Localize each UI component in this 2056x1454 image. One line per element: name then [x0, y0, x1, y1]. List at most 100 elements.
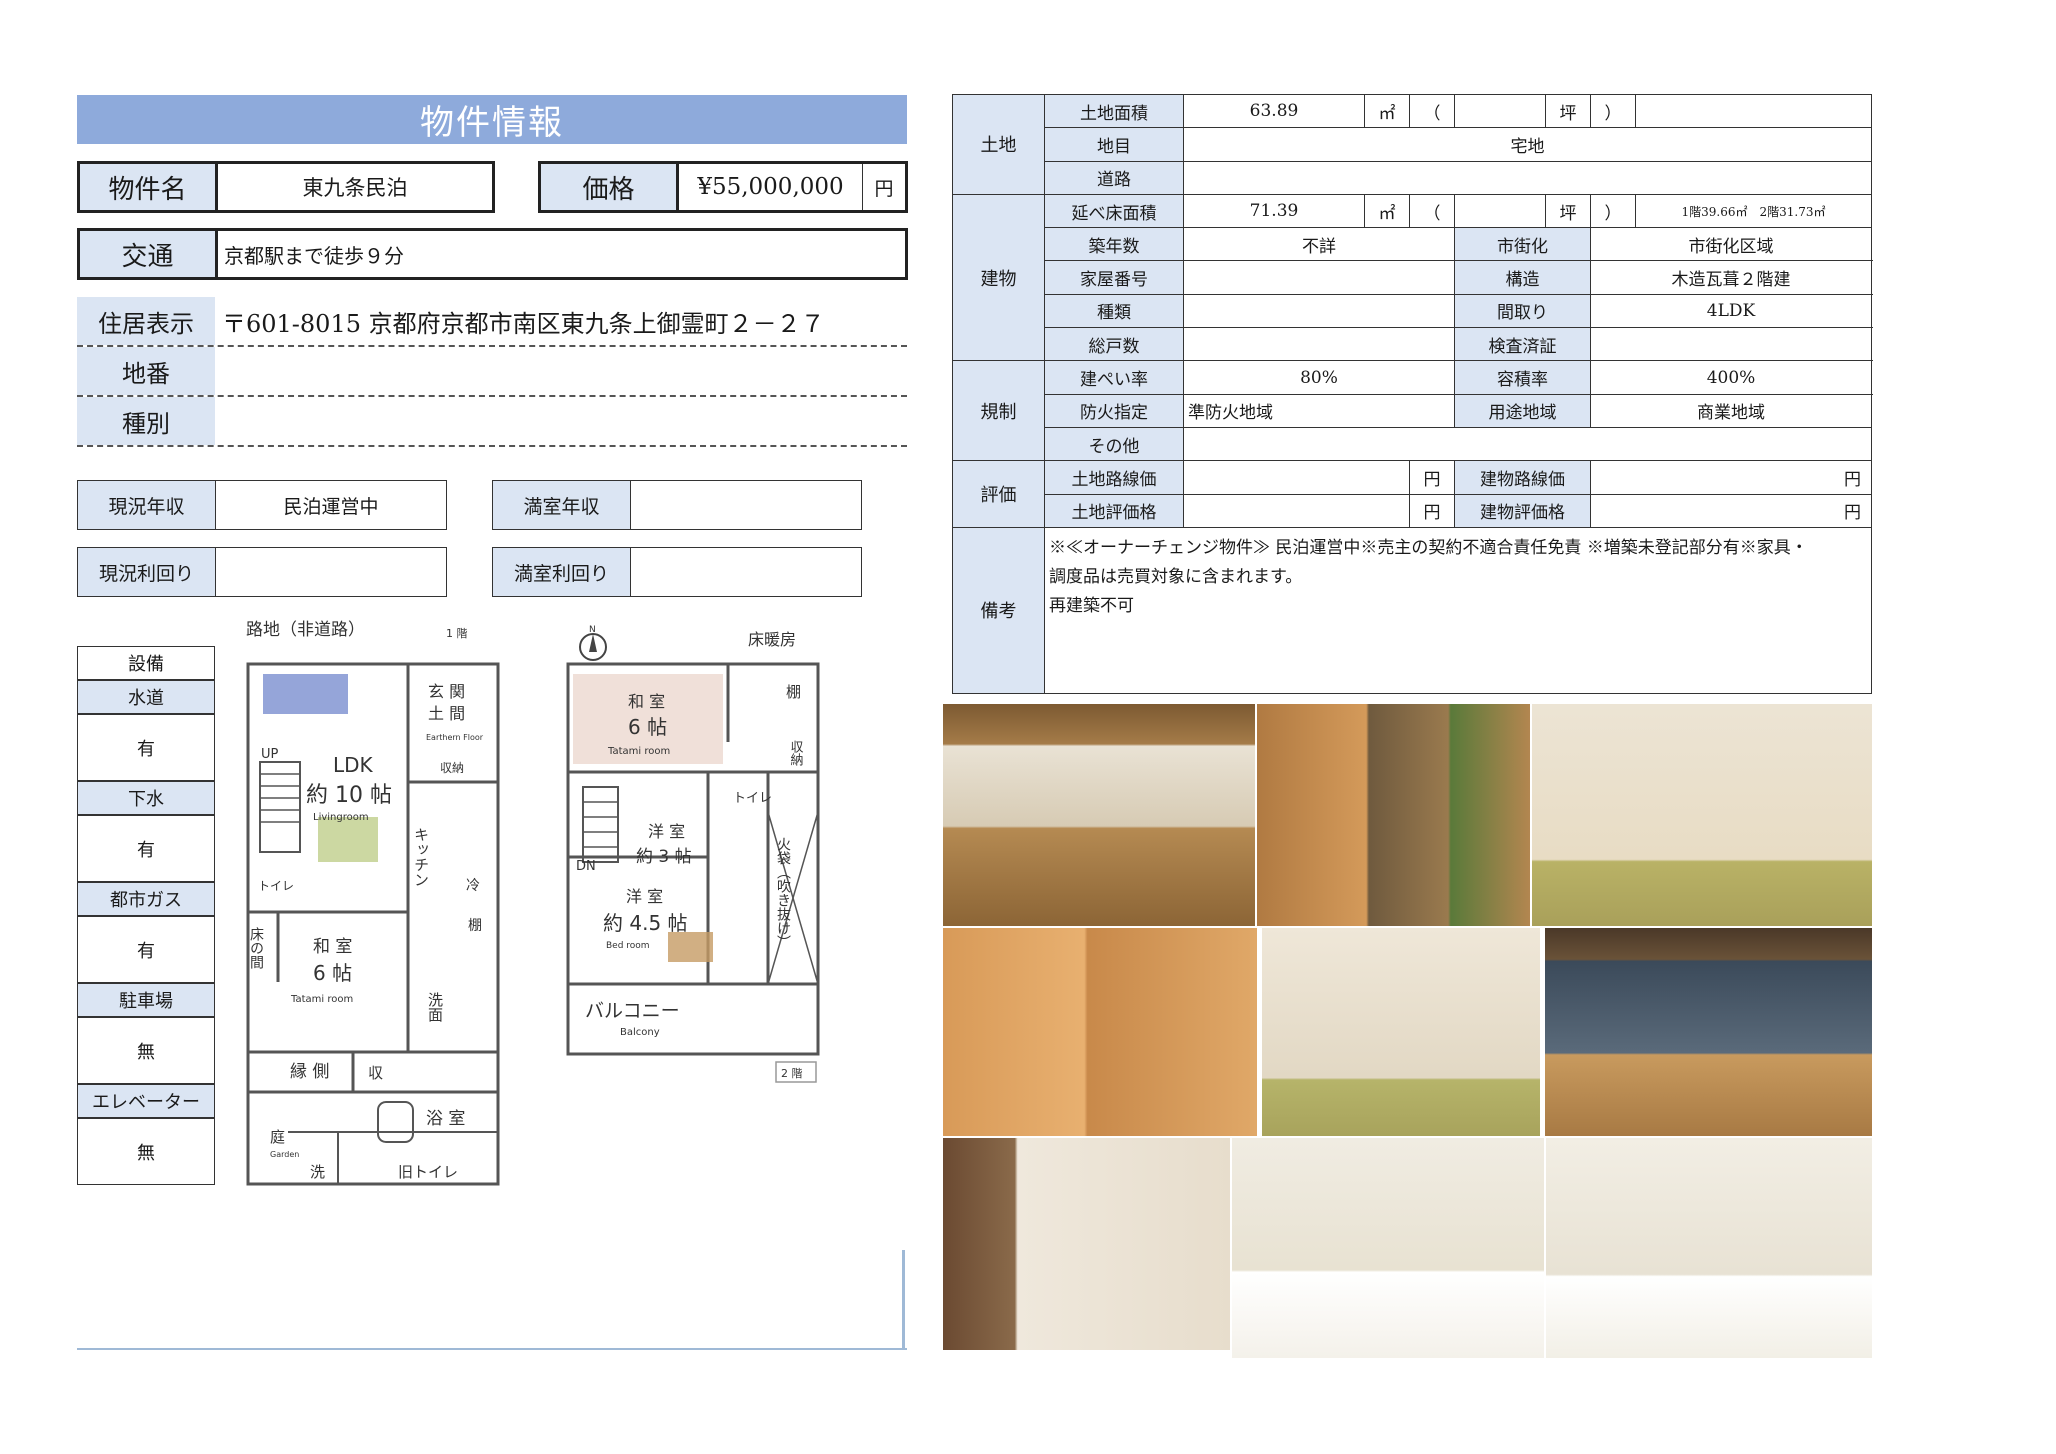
plan-yoshitsu1: 洋 室: [648, 822, 685, 841]
floor-plan-svg: N 路地（非道路） 1 階 玄 関 土 間 Earthern Floor 収納 …: [246, 620, 820, 1186]
land-area-unit: ㎡: [1364, 93, 1410, 129]
type-label: 種別: [77, 397, 215, 445]
plan-yoshitsu2: 洋 室: [626, 887, 663, 906]
floor-tsubo-unit: 坪: [1545, 193, 1591, 229]
zoning-label: 用途地域: [1454, 393, 1591, 428]
plan-earthen: Earthern Floor: [426, 733, 484, 742]
kind-label: 種類: [1044, 293, 1184, 329]
bldg-eval-label: 建物評価格: [1454, 493, 1591, 528]
amenity-value-gas: 有: [77, 916, 215, 983]
plan-bedroom: Bed room: [606, 941, 650, 951]
lot-row: 地番: [77, 347, 907, 397]
floor-tsubo-value: [1454, 193, 1546, 229]
photo-lounge: [1545, 928, 1872, 1136]
land-area-note: [1635, 93, 1872, 129]
frame-right-line: [902, 1250, 905, 1350]
plan-six-jo2: 6 帖: [628, 715, 667, 739]
spec-table: 土地 土地面積 63.89 ㎡ （ 坪 ） 地目 宅地 道路 建物 延べ床面積 …: [952, 93, 1872, 694]
land-category: 土地: [952, 94, 1045, 195]
plan-shelf: 棚: [468, 918, 482, 934]
current-income-label: 現況年収: [78, 481, 216, 529]
full-income-value: [631, 481, 861, 529]
plan-up: UP: [261, 747, 279, 762]
remarks-line-3: 再建築不可: [1049, 595, 1134, 616]
plan-washitsu: 和 室: [313, 937, 352, 957]
zoning-value: 商業地域: [1590, 393, 1872, 428]
kind-value: [1183, 293, 1455, 329]
house-no-label: 家屋番号: [1044, 260, 1184, 295]
current-yield-box: 現況利回り: [77, 547, 447, 597]
fire-value: 準防火地域: [1183, 393, 1455, 428]
remarks-line-2: 調度品は売買対象に含まれます。: [1049, 566, 1303, 587]
plan-ldk-size: 約 10 帖: [306, 783, 392, 808]
plan-senmen: 洗面: [426, 992, 444, 1022]
plan-four5-jo: 約 4.5 帖: [603, 911, 688, 935]
plan-six-jo: 6 帖: [313, 961, 352, 985]
photo-bedroom-window: [1546, 1138, 1872, 1358]
land-paren-close: ）: [1590, 93, 1636, 129]
bcr-value: 80%: [1183, 360, 1455, 395]
lot-label: 地番: [77, 347, 215, 395]
current-income-value: 民泊運営中: [283, 495, 379, 518]
plan-ldk: LDK: [333, 753, 374, 777]
inspection-value: [1590, 327, 1872, 362]
fire-label: 防火指定: [1044, 393, 1184, 428]
building-category: 建物: [952, 193, 1045, 362]
price-value: ¥55,000,000: [679, 164, 863, 210]
remarks-line-1: ※≪オーナーチェンジ物件≫ 民泊運営中※売主の契約不適合責任免責 ※増築未登記部…: [1049, 537, 1808, 558]
full-income-box: 満室年収: [492, 480, 862, 530]
plan-floor1: 1 階: [446, 626, 468, 640]
plan-storage1: 収納: [440, 761, 464, 775]
urban-label: 市街化: [1454, 227, 1591, 262]
other-label: その他: [1044, 426, 1184, 462]
floor-paren-open: （: [1409, 193, 1455, 229]
plan-kitchen: キッチン: [412, 827, 430, 887]
urban-value: 市街化区域: [1590, 227, 1872, 262]
plan-toilet2: トイレ: [733, 791, 772, 806]
floor-area-unit: ㎡: [1364, 193, 1410, 229]
layout-label: 間取り: [1454, 293, 1591, 329]
address-value: 〒601-8015 京都府京都市南区東九条上御霊町２－２７: [222, 309, 825, 338]
plan-dn: DN: [576, 859, 596, 874]
age-label: 築年数: [1044, 227, 1184, 262]
plan-balcony: バルコニー: [585, 1000, 680, 1022]
amenity-label-elevator: エレベーター: [77, 1084, 215, 1118]
plan-genkan: 玄 関: [428, 682, 465, 701]
full-yield-label: 満室利回り: [493, 548, 631, 596]
access-box: 交通 京都駅まで徒歩９分: [77, 228, 908, 280]
house-no-value: [1183, 260, 1455, 295]
frame-bottom-line: [77, 1348, 907, 1350]
plan-storage2: 収: [368, 1064, 383, 1082]
other-value: [1183, 426, 1872, 462]
road-value: [1183, 160, 1872, 195]
amenity-value-sewer: 有: [77, 815, 215, 882]
land-area-value: 63.89: [1183, 93, 1365, 129]
type-row: 種別: [77, 397, 907, 447]
land-tsubo-value: [1454, 93, 1546, 129]
photo-bedroom-futon: [1232, 1138, 1544, 1358]
plan-tatami2: Tatami room: [607, 746, 670, 757]
floor-area-label: 延べ床面積: [1044, 193, 1184, 229]
current-income-box: 現況年収 民泊運営中: [77, 480, 447, 530]
plan-garden-en: Garden: [270, 1150, 299, 1159]
bldg-route-label: 建物路線価: [1454, 460, 1591, 495]
plan-floor-heating: 床暖房: [748, 630, 796, 649]
amenity-label-gas: 都市ガス: [77, 882, 215, 916]
plan-balcony-en: Balcony: [620, 1027, 660, 1038]
photo-bathroom: [943, 928, 1257, 1136]
road-label: 道路: [1044, 160, 1184, 195]
plan-road: 路地（非道路）: [246, 620, 365, 640]
remarks-category: 備考: [952, 526, 1045, 694]
bcr-label: 建ぺい率: [1044, 360, 1184, 395]
full-yield-value: [631, 548, 861, 596]
land-area-label: 土地面積: [1044, 93, 1184, 129]
photo-living-room: [943, 704, 1255, 926]
plan-wash: 洗: [310, 1163, 325, 1181]
page-title: 物件情報: [77, 95, 907, 144]
floor-breakdown: 1階39.66㎡ 2階31.73㎡: [1635, 193, 1872, 229]
plan-north: N: [589, 625, 596, 635]
structure-value: 木造瓦葺２階建: [1590, 260, 1872, 295]
full-yield-box: 満室利回り: [492, 547, 862, 597]
plan-old-toilet: 旧トイレ: [398, 1163, 458, 1181]
photo-bedroom-stairs: [943, 1138, 1230, 1350]
